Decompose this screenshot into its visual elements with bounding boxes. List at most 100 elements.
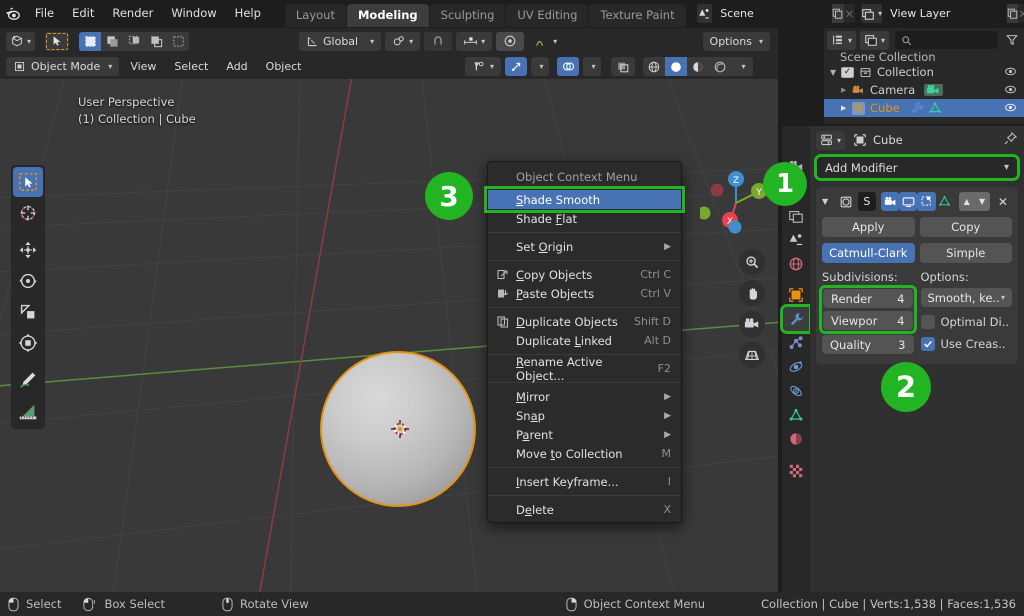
use-creases-checkbox[interactable] <box>920 336 935 351</box>
view-layer-new-icon[interactable] <box>1007 4 1019 23</box>
add-modifier-dropdown[interactable]: Add Modifier ▾ <box>814 154 1020 181</box>
wireframe-icon[interactable] <box>643 57 665 76</box>
collection-checkbox[interactable]: ✓ <box>841 66 854 78</box>
transform-tool-icon[interactable] <box>13 328 43 358</box>
editor-type-properties-icon[interactable]: ▾ <box>816 130 846 150</box>
select-extend-icon[interactable] <box>101 32 123 51</box>
scene-unlink-icon[interactable]: ✕ <box>843 4 856 23</box>
scene-new-icon[interactable] <box>832 4 844 23</box>
outliner-row-cube[interactable]: ▶ Cube <box>824 99 1024 117</box>
use-creases-row[interactable]: Use Creas.. <box>920 334 1013 353</box>
shading-dropdown[interactable]: ▾ <box>731 57 753 76</box>
viewport-menu-object[interactable]: Object <box>259 57 309 76</box>
on-cage-visibility-icon[interactable] <box>936 192 954 211</box>
context-menu-item-delete[interactable]: Delete X <box>488 500 681 519</box>
context-menu-item-move-to-collection[interactable]: Move to Collection M <box>488 444 681 463</box>
expand-triangle-icon[interactable]: ▶ <box>841 86 852 94</box>
uv-smooth-dropdown[interactable]: Smooth, ke.. ▾ <box>920 288 1012 307</box>
outliner-editor[interactable]: ▾ ▾ Scene Collection ▼ ✓ Collection ▶ Ca… <box>824 28 1024 124</box>
show-hide-icon[interactable]: ▾ <box>464 57 501 76</box>
outliner-scene-collection-row[interactable]: Scene Collection <box>824 52 1024 63</box>
magnet-icon[interactable] <box>424 31 453 51</box>
overlays-icon[interactable] <box>557 57 579 76</box>
workspace-tab-layout[interactable]: Layout <box>284 4 346 27</box>
context-menu-item-parent[interactable]: Parent ▶ <box>488 425 681 444</box>
context-menu-item-snap[interactable]: Snap ▶ <box>488 406 681 425</box>
menu-help[interactable]: Help <box>226 0 270 27</box>
modifier-name-field[interactable]: S <box>857 192 876 211</box>
quality-field[interactable]: Quality 3 <box>822 335 914 354</box>
properties-tab-modifier[interactable] <box>780 304 812 334</box>
workspace-tab-uv-editing[interactable]: UV Editing <box>506 4 589 27</box>
select-mode-group[interactable] <box>79 31 190 51</box>
editor-type-3d-viewport-icon[interactable]: ▾ <box>6 31 36 51</box>
pivot-point-dropdown[interactable]: ▾ <box>385 31 421 51</box>
scene-icon[interactable] <box>696 4 713 23</box>
move-tool-icon[interactable] <box>13 235 43 265</box>
gizmo-dropdown[interactable]: ▾ <box>531 57 549 76</box>
properties-tab-data[interactable] <box>783 403 809 427</box>
properties-tab-scene[interactable] <box>783 228 809 252</box>
scale-tool-icon[interactable] <box>13 297 43 327</box>
hand-pan-icon[interactable] <box>739 280 765 306</box>
properties-tab-physics[interactable] <box>783 355 809 379</box>
visibility-eye-icon[interactable] <box>1004 65 1017 81</box>
select-set-icon[interactable] <box>79 31 102 51</box>
properties-tab-texture[interactable] <box>783 459 809 483</box>
workspace-tab-modeling[interactable]: Modeling <box>346 4 429 27</box>
shading-mode-group[interactable]: ▾ <box>643 57 753 76</box>
modifier-panel-subdivision-surface[interactable]: ▼ S ▲ ▼ ✕ Apply Copy Catmull-Clark Simpl… <box>816 187 1018 364</box>
properties-tab-material[interactable] <box>783 427 809 451</box>
outliner-display-mode-icon[interactable]: ▾ <box>827 30 857 50</box>
context-menu-item-shade-smooth[interactable]: Shade Smooth <box>484 186 685 213</box>
viewport-options-dropdown[interactable]: Options ▾ <box>702 31 770 51</box>
xray-icon[interactable] <box>611 57 635 76</box>
object-context-menu[interactable]: Object Context Menu Shade Smooth Shade F… <box>484 161 685 523</box>
properties-tab-particles[interactable] <box>783 331 809 355</box>
material-preview-icon[interactable] <box>687 57 709 76</box>
outliner-row-camera[interactable]: ▶ Camera <box>824 81 1024 99</box>
visibility-eye-icon[interactable] <box>1004 83 1017 99</box>
workspace-tab-sculpting[interactable]: Sculpting <box>429 4 506 27</box>
realtime-visibility-icon[interactable] <box>899 192 918 211</box>
scene-selector[interactable]: Scene ✕ <box>696 4 856 23</box>
rotate-tool-icon[interactable] <box>13 266 43 296</box>
pin-icon[interactable] <box>1003 131 1018 149</box>
transform-orientation-dropdown[interactable]: Global ▾ <box>299 31 382 51</box>
properties-tab-view-layer[interactable] <box>783 204 809 228</box>
visibility-eye-icon[interactable] <box>1004 101 1017 117</box>
move-up-icon[interactable]: ▲ <box>959 192 975 211</box>
view-layer-unlink-icon[interactable]: ✕ <box>1018 4 1024 23</box>
context-menu-item-paste-objects[interactable]: Paste Objects Ctrl V <box>488 284 681 303</box>
menu-file[interactable]: File <box>26 0 63 27</box>
view-layer-selector[interactable]: ▾ View Layer ✕ <box>861 4 1024 23</box>
properties-tab-world[interactable] <box>783 252 809 276</box>
context-menu-item-shade-flat[interactable]: Shade Flat <box>488 209 681 228</box>
menu-render[interactable]: Render <box>103 0 162 27</box>
modifier-wrench-icon[interactable] <box>910 101 924 115</box>
properties-tab-constraints[interactable] <box>783 379 809 403</box>
object-mode-dropdown[interactable]: Object Mode ▾ <box>6 57 120 76</box>
proportional-editing-icon[interactable] <box>496 31 525 51</box>
expand-triangle-icon[interactable]: ▶ <box>841 104 852 112</box>
view-layer-name[interactable]: View Layer <box>882 4 1008 23</box>
apply-button[interactable]: Apply <box>822 217 915 237</box>
workspace-tab-texture-paint[interactable]: Texture Paint <box>589 4 686 27</box>
toggle-perspective-icon[interactable] <box>739 342 765 368</box>
expand-triangle-icon[interactable]: ▼ <box>830 68 841 77</box>
properties-tab-object[interactable] <box>783 283 809 307</box>
select-intersect-icon[interactable] <box>167 32 189 51</box>
blender-logo-icon[interactable] <box>0 5 26 22</box>
outliner-row-collection[interactable]: ▼ ✓ Collection <box>824 63 1024 81</box>
context-menu-item-mirror[interactable]: Mirror ▶ <box>488 387 681 406</box>
scene-name[interactable]: Scene <box>712 4 833 23</box>
cursor-tool-icon[interactable] <box>13 198 43 228</box>
outliner-search-input[interactable] <box>895 31 998 49</box>
gizmo-icon[interactable] <box>505 57 527 76</box>
mesh-data-icon[interactable] <box>928 101 942 115</box>
render-subdivisions-field[interactable]: Render 4 <box>823 289 913 308</box>
view-layer-icon[interactable]: ▾ <box>861 4 883 23</box>
camera-view-icon[interactable] <box>739 311 765 337</box>
measure-tool-icon[interactable] <box>13 396 43 426</box>
triangle-down-icon[interactable]: ▼ <box>822 197 836 206</box>
